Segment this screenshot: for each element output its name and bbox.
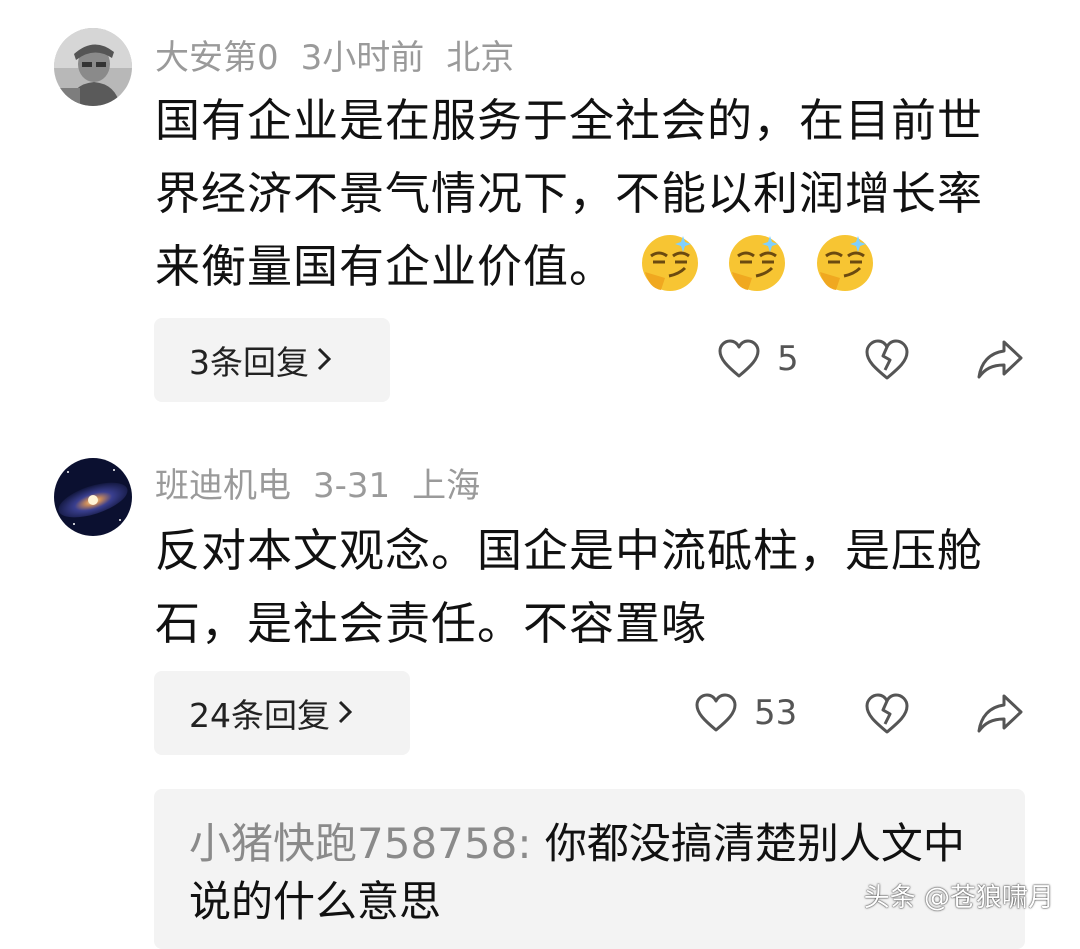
avatar[interactable]	[54, 458, 132, 536]
like-button[interactable]: 5	[717, 338, 799, 380]
like-count: 5	[777, 339, 799, 379]
dislike-button[interactable]	[864, 338, 910, 382]
smirk-emoji-icon	[642, 235, 699, 291]
share-button[interactable]	[976, 692, 1024, 734]
location: 上海	[412, 466, 481, 506]
smirk-emoji-icon	[729, 235, 786, 291]
like-button[interactable]: 53	[694, 692, 797, 734]
comment-text: 反对本文观念。国企是中流砥柱，是压舱石，是社会责任。不容置喙	[155, 514, 1005, 660]
timestamp: 3-31	[313, 466, 391, 506]
heart-outline-icon	[718, 339, 760, 378]
timestamp: 3小时前	[300, 38, 425, 78]
reply-author[interactable]: 小猪快跑758758:	[189, 819, 531, 868]
share-arrow-icon	[977, 694, 1023, 733]
username[interactable]: 班迪机电	[155, 466, 291, 506]
avatar-image	[54, 458, 132, 536]
like-count: 53	[754, 693, 798, 733]
share-button[interactable]	[976, 338, 1024, 380]
smirk-emoji-icon	[816, 235, 873, 291]
view-replies-button[interactable]: 24条回复	[154, 671, 410, 755]
quoted-reply[interactable]: 小猪快跑758758: 你都没搞清楚别人文中说的什么意思	[154, 789, 1025, 949]
comment-text-content: 反对本文观念。国企是中流砥柱，是压舱石，是社会责任。不容置喙	[155, 524, 984, 650]
location: 北京	[446, 38, 515, 78]
heart-outline-icon	[695, 693, 737, 732]
broken-heart-icon	[865, 693, 909, 734]
share-arrow-icon	[977, 340, 1023, 379]
chevron-right-icon	[338, 694, 353, 732]
watermark: 头条 @苍狼啸月	[863, 883, 1054, 913]
username[interactable]: 大安第0	[155, 38, 279, 78]
avatar-image	[54, 28, 132, 106]
comment-text: 国有企业是在服务于全社会的，在目前世界经济不景气情况下，不能以利润增长率来衡量国…	[155, 84, 1005, 315]
dislike-button[interactable]	[864, 692, 910, 736]
broken-heart-icon	[865, 339, 909, 380]
comment-meta: 大安第0 3小时前 北京	[155, 38, 536, 78]
emoji-row	[639, 232, 886, 315]
view-replies-button[interactable]: 3条回复	[154, 318, 390, 402]
chevron-right-icon	[317, 341, 332, 379]
replies-label: 3条回复	[189, 343, 309, 382]
replies-label: 24条回复	[189, 696, 330, 735]
comment-meta: 班迪机电 3-31 上海	[155, 466, 502, 506]
avatar[interactable]	[54, 28, 132, 106]
